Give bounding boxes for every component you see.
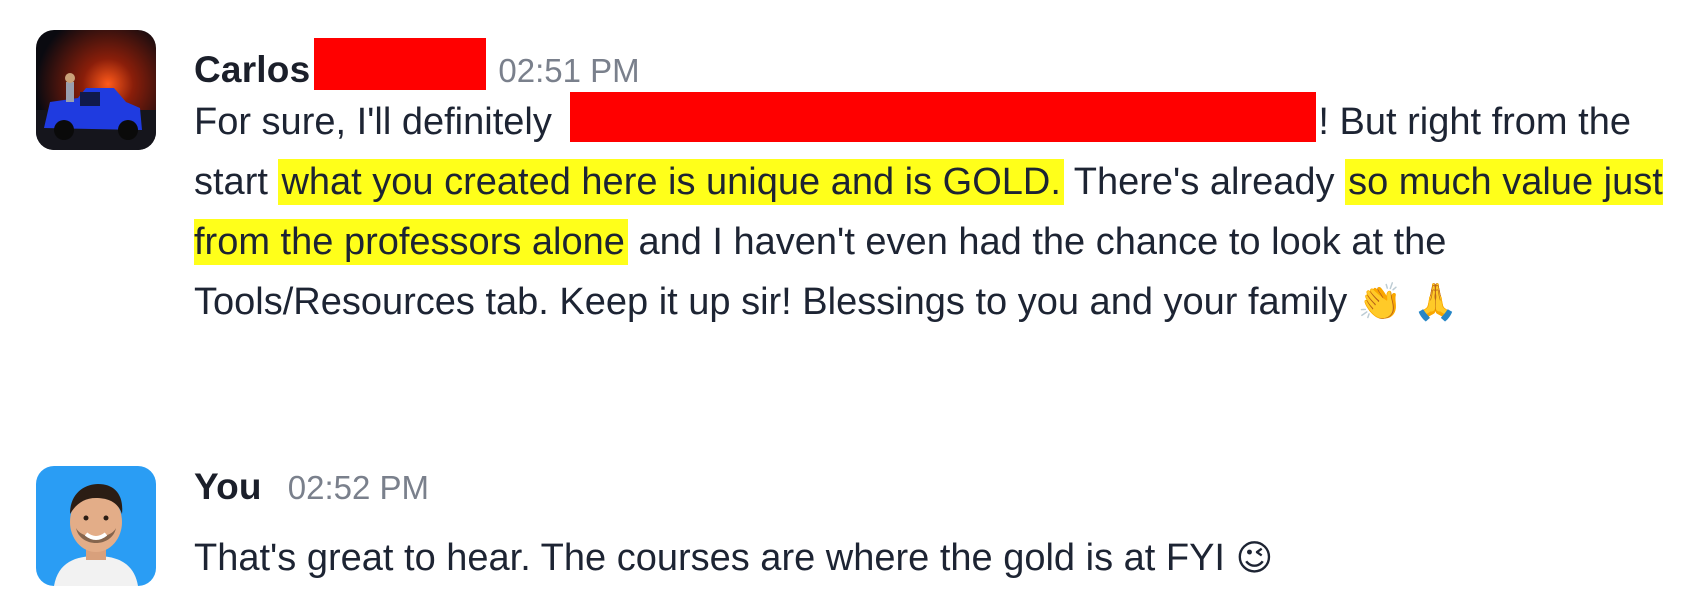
timestamp: 02:51 PM xyxy=(498,52,640,89)
text-segment: That's great to hear. The courses are wh… xyxy=(194,537,1236,579)
sender-name[interactable]: You xyxy=(194,466,262,508)
redacted-lastname xyxy=(314,38,487,90)
text-segment: For sure, I'll definitely xyxy=(194,101,563,143)
message-text: That's great to hear. The courses are wh… xyxy=(194,528,1680,589)
folded-hands-icon: 🙏 xyxy=(1413,282,1459,323)
timestamp: 02:52 PM xyxy=(287,469,429,506)
message-content: You 02:52 PM That's great to hear. The c… xyxy=(194,466,1680,589)
message-carlos: Carlos 02:51 PM For sure, I'll definitel… xyxy=(36,30,1680,333)
message-header: Carlos 02:51 PM xyxy=(194,30,1680,90)
redacted-text xyxy=(570,92,1317,142)
message-content: Carlos 02:51 PM For sure, I'll definitel… xyxy=(194,30,1680,333)
message-you: You 02:52 PM That's great to hear. The c… xyxy=(36,466,1680,589)
avatar[interactable] xyxy=(36,30,156,150)
avatar[interactable] xyxy=(36,466,156,586)
winking-face-icon: 😉 xyxy=(1235,538,1274,579)
avatar-photo-icon xyxy=(36,30,156,150)
highlighted-text: what you created here is unique and is G… xyxy=(278,159,1064,205)
avatar-photo-icon xyxy=(36,466,156,586)
clapping-hands-icon: 👏 xyxy=(1357,282,1403,323)
text-segment: There's already xyxy=(1063,161,1346,203)
message-text: For sure, I'll definitely ! But right fr… xyxy=(194,92,1680,333)
sender-name[interactable]: Carlos xyxy=(194,49,310,91)
message-header: You 02:52 PM xyxy=(194,466,1680,526)
